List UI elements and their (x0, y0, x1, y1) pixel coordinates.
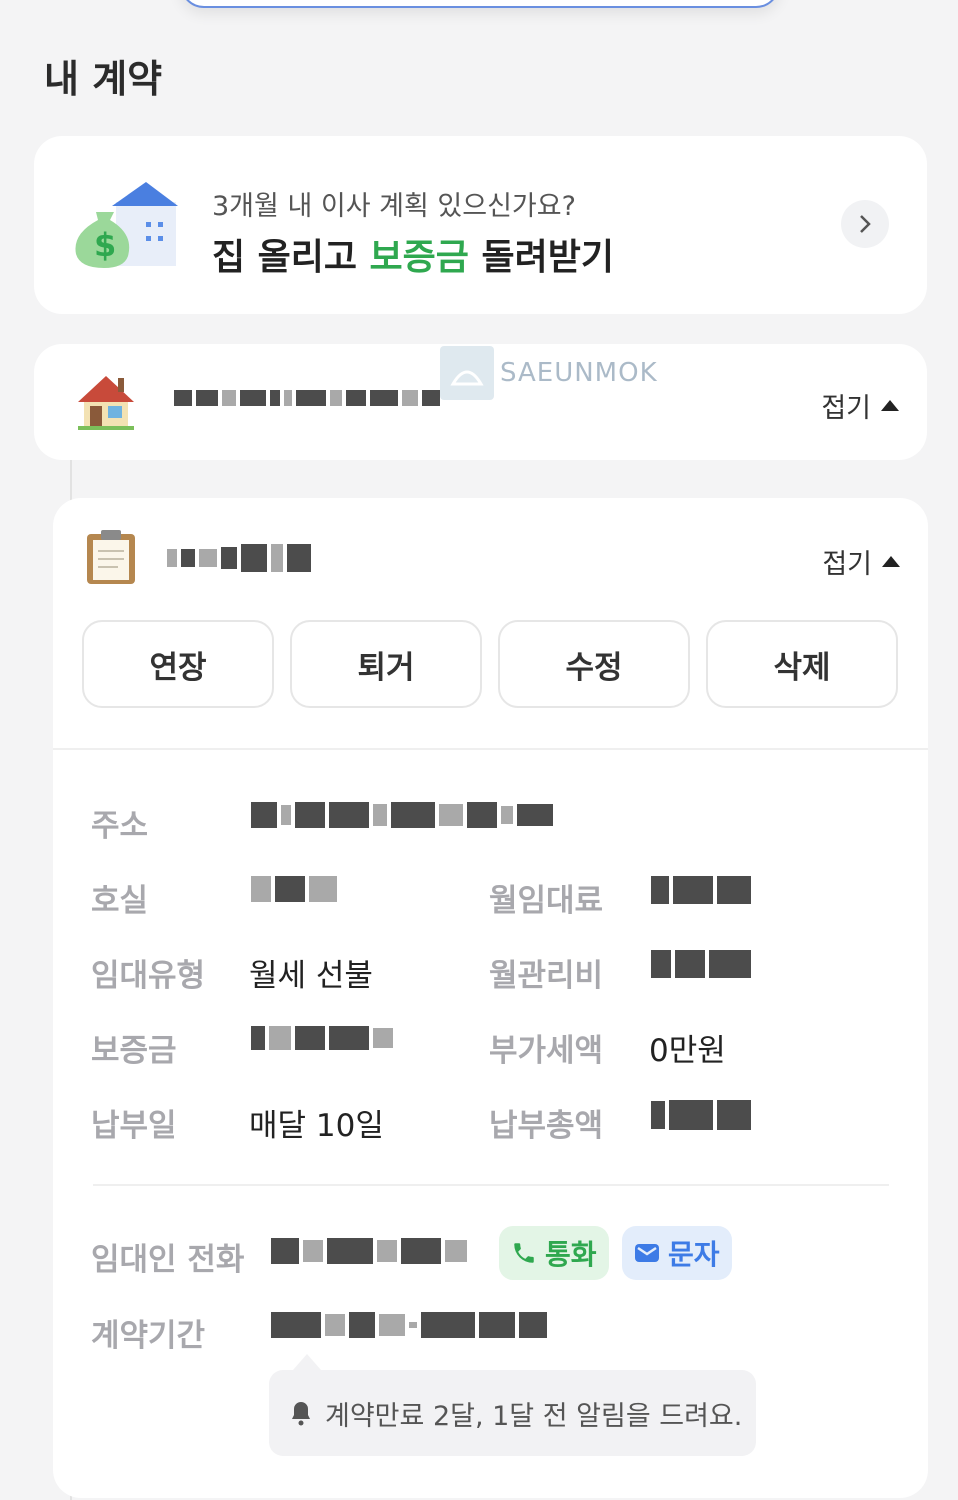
vat-value: 0만원 (649, 1033, 726, 1069)
promo-title: 집 올리고 보증금 돌려받기 (212, 228, 614, 280)
clipboard-icon (87, 530, 135, 584)
total-value-redacted (651, 1100, 751, 1130)
reminder-text: 계약만료 2달, 1달 전 알림을 드려요. (325, 1400, 743, 1432)
property-fold-button[interactable]: 접기 (821, 386, 899, 425)
watermark-text: SAEUNMOK (500, 358, 658, 388)
promo-subtitle: 3개월 내 이사 계획 있으신가요? (212, 191, 576, 222)
mail-icon (635, 1244, 659, 1262)
watermark: SAEUNMOK (440, 346, 658, 400)
lease-type-value: 월세 선불 (249, 958, 373, 994)
contract-fold-button[interactable]: 접기 (822, 542, 900, 581)
caret-up-icon (881, 400, 899, 411)
contract-name-redacted (167, 544, 311, 572)
contract-actions: 연장 퇴거 수정 삭제 (82, 620, 898, 708)
contract-card: 접기 연장 퇴거 수정 삭제 주소 호실 월임대료 임대유형 월세 선불 월관리… (53, 498, 928, 1498)
promo-title-pre: 집 올리고 (212, 237, 370, 278)
call-label: 통화 (545, 1238, 597, 1271)
property-header[interactable]: SAEUNMOK 접기 (34, 344, 927, 460)
pay-day-value: 매달 10일 (249, 1108, 384, 1144)
sms-label: 문자 (668, 1238, 720, 1271)
unit-label: 호실 (91, 883, 149, 919)
period-value-redacted (271, 1312, 547, 1338)
caret-up-icon (882, 556, 900, 567)
watermark-logo (440, 346, 494, 400)
svg-text:$: $ (94, 226, 116, 264)
deposit-label: 보증금 (91, 1033, 177, 1069)
divider (93, 1184, 889, 1186)
lease-type-label: 임대유형 (91, 958, 206, 994)
period-label: 계약기간 (91, 1318, 206, 1354)
chevron-right-icon (860, 215, 871, 233)
pay-day-label: 납부일 (91, 1108, 177, 1144)
call-button[interactable]: 통화 (499, 1226, 609, 1280)
address-label: 주소 (91, 808, 149, 844)
divider (53, 748, 928, 750)
reminder-tooltip: 계약만료 2달, 1달 전 알림을 드려요. (269, 1370, 756, 1456)
extend-button[interactable]: 연장 (82, 620, 274, 708)
section-title: 내 계약 (44, 57, 163, 101)
landlord-phone-label: 임대인 전화 (91, 1242, 245, 1278)
phone-icon (514, 1243, 534, 1263)
rent-label: 월임대료 (489, 883, 604, 919)
promo-title-post: 돌려받기 (468, 237, 614, 278)
landlord-phone-redacted (271, 1238, 467, 1264)
delete-button[interactable]: 삭제 (706, 620, 898, 708)
vat-label: 부가세액 (489, 1033, 604, 1069)
bell-icon (292, 1402, 310, 1426)
mgmt-fee-label: 월관리비 (489, 958, 604, 994)
money-house-icon: $ (75, 182, 178, 268)
unit-value-redacted (251, 876, 337, 902)
mgmt-fee-value-redacted (651, 950, 751, 978)
house-icon (78, 376, 134, 430)
search-bar-edge[interactable] (180, 0, 780, 8)
promo-banner[interactable]: $ 3개월 내 이사 계획 있으신가요? 집 올리고 보증금 돌려받기 (34, 136, 927, 314)
tooltip-arrow (293, 1354, 321, 1370)
fold-label: 접기 (821, 393, 871, 424)
deposit-value-redacted (251, 1026, 393, 1050)
promo-title-highlight: 보증금 (369, 237, 469, 278)
fold-label: 접기 (822, 549, 872, 580)
move-out-button[interactable]: 퇴거 (290, 620, 482, 708)
address-value-redacted (251, 802, 553, 828)
total-label: 납부총액 (489, 1108, 604, 1144)
sms-button[interactable]: 문자 (622, 1226, 732, 1280)
property-name-redacted (174, 390, 440, 406)
promo-open-button[interactable] (841, 200, 889, 248)
edit-button[interactable]: 수정 (498, 620, 690, 708)
rent-value-redacted (651, 876, 751, 904)
